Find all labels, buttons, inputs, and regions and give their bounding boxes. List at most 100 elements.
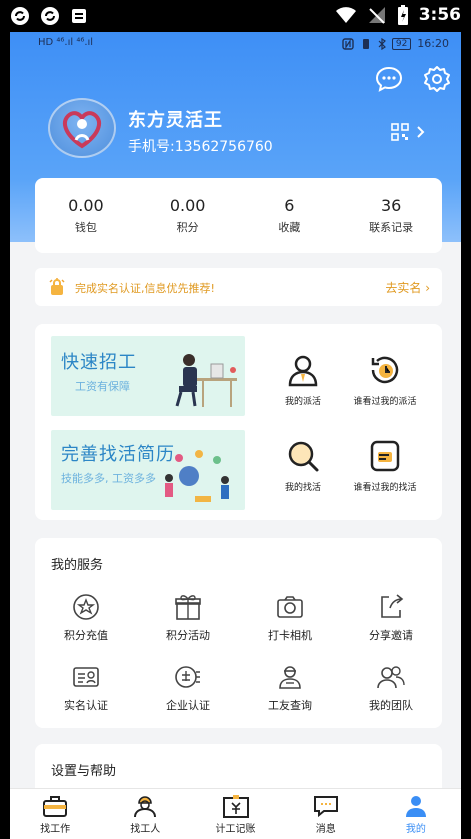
tab-find-job[interactable]: 找工作 [10,789,100,839]
quick-hire-banner[interactable]: 快速招工 工资有保障 [51,336,245,416]
stat-points[interactable]: 0.00 积分 [137,178,239,253]
team-illustration-icon [165,450,229,502]
banner-title: 完善找活简历 [61,444,175,465]
service-label: 实名认证 [64,699,108,712]
who-viewed-my-dispatch[interactable]: 谁看过我的派活 [335,352,435,407]
avatar[interactable] [48,98,116,158]
status-right-icons: 3:56 [335,4,461,26]
inner-status-right: 92 16:20 [342,37,449,50]
qr-code-icon [391,123,425,141]
who-viewed-my-search[interactable]: 谁看过我的找活 [335,438,435,493]
office-worker-illustration-icon [175,354,237,407]
stat-label: 积分 [176,221,199,234]
tab-mine[interactable]: 我的 [371,789,461,839]
bluetooth-icon [378,37,386,50]
feature-label: 谁看过我的找活 [353,483,417,493]
nfc-icon [342,37,354,50]
camera-icon [277,596,303,618]
stat-value: 6 [284,196,295,215]
tab-messages[interactable]: 消息 [281,789,371,839]
person-icon [288,355,318,387]
app-notification-icon [72,9,86,23]
id-card-icon [73,667,99,687]
service-my-team[interactable]: 我的团队 [340,662,442,713]
briefcase-icon [43,796,68,817]
gear-icon [424,66,450,92]
service-share-invite[interactable]: 分享邀请 [340,592,442,643]
service-label: 打卡相机 [268,629,312,642]
profile-icon [405,796,426,817]
service-label: 积分活动 [166,629,210,642]
service-label: 我的团队 [369,699,413,712]
banner-title: 快速招工 [61,352,137,373]
message-icon [313,796,338,818]
worker-icon [279,666,301,689]
service-enterprise-verification[interactable]: 企业认证 [137,662,239,713]
banner-subtitle: 技能多多, 工资多多 [61,472,156,485]
ledger-icon [222,795,249,818]
gift-icon [175,595,201,620]
inner-clock: 16:20 [417,37,449,50]
sync-icon [11,7,29,25]
stat-label: 联系记录 [369,221,414,234]
inner-battery: 92 [391,37,412,50]
star-badge-icon [73,594,99,620]
share-icon [381,594,404,618]
service-label: 企业认证 [166,699,210,712]
banner-subtitle: 工资有保障 [75,380,130,393]
team-icon [377,666,405,689]
stat-favorites[interactable]: 6 收藏 [239,178,341,253]
service-label: 积分充值 [64,629,108,642]
wifi-icon [335,7,356,23]
search-icon [288,441,319,472]
tab-ledger[interactable]: 计工记账 [190,789,280,839]
settings-button[interactable] [422,64,452,94]
document-icon [370,440,400,472]
tab-label: 找工人 [130,824,161,835]
vibrate-icon [362,38,369,49]
stat-value: 0.00 [68,196,104,215]
feature-card: 快速招工 工资有保障 完善找活简历 技能多多, 工资多多 我的派活 谁看过我的派… [35,324,442,520]
service-checkin-camera[interactable]: 打卡相机 [239,592,341,643]
tab-label: 计工记账 [215,824,256,835]
helmet-worker-icon [134,796,157,818]
heart-logo-icon [63,111,101,149]
service-worker-lookup[interactable]: 工友查询 [239,662,341,713]
resume-banner[interactable]: 完善找活简历 技能多多, 工资多多 [51,430,245,510]
section-title: 设置与帮助 [51,764,117,779]
tab-label: 消息 [315,824,336,835]
service-id-verification[interactable]: 实名认证 [35,662,137,713]
battery-charging-icon [397,5,408,25]
message-button[interactable] [374,64,404,94]
sync-icon [41,7,59,25]
service-label: 分享邀请 [369,629,413,642]
notice-text: 完成实名认证,信息优先推荐! [75,282,215,295]
lock-alert-icon [49,278,65,295]
tab-find-worker[interactable]: 找工人 [100,789,190,839]
clock-history-icon [371,356,399,384]
my-services-card: 我的服务 积分充值 积分活动 打卡相机 分享邀请 实名认证 企业认证 工友查询 [35,538,442,728]
verify-link[interactable]: 去实名 › [385,279,430,296]
no-signal-icon [368,7,385,24]
user-name: 东方灵活王 [128,110,223,131]
stat-value: 36 [380,196,402,215]
stat-label: 钱包 [74,221,97,234]
bottom-tab-bar: 找工作 找工人 计工记账 消息 我的 [10,788,461,839]
inner-status-bar: HD ⁴⁶.ıl ⁴⁶.ıl 92 16:20 [10,32,461,56]
verification-notice[interactable]: 完成实名认证,信息优先推荐! 去实名 › [35,268,442,306]
stat-wallet[interactable]: 0.00 钱包 [35,178,137,253]
section-title: 我的服务 [51,558,104,573]
service-points-activity[interactable]: 积分活动 [137,592,239,643]
system-clock: 3:56 [418,5,461,25]
qr-code-button[interactable] [390,122,430,144]
status-left-icons [10,6,88,26]
chat-bubble-icon [375,66,403,92]
feature-label: 谁看过我的派活 [353,397,417,407]
enterprise-icon [175,666,200,688]
tab-label: 我的 [405,824,426,835]
stats-card: 0.00 钱包 0.00 积分 6 收藏 36 联系记录 [35,178,442,253]
service-points-recharge[interactable]: 积分充值 [35,592,137,643]
system-status-bar: 3:56 [0,0,471,32]
app-screen: HD ⁴⁶.ıl ⁴⁶.ıl 92 16:20 东方灵活王 手机号:135627… [10,32,461,839]
stat-contacts[interactable]: 36 联系记录 [340,178,442,253]
